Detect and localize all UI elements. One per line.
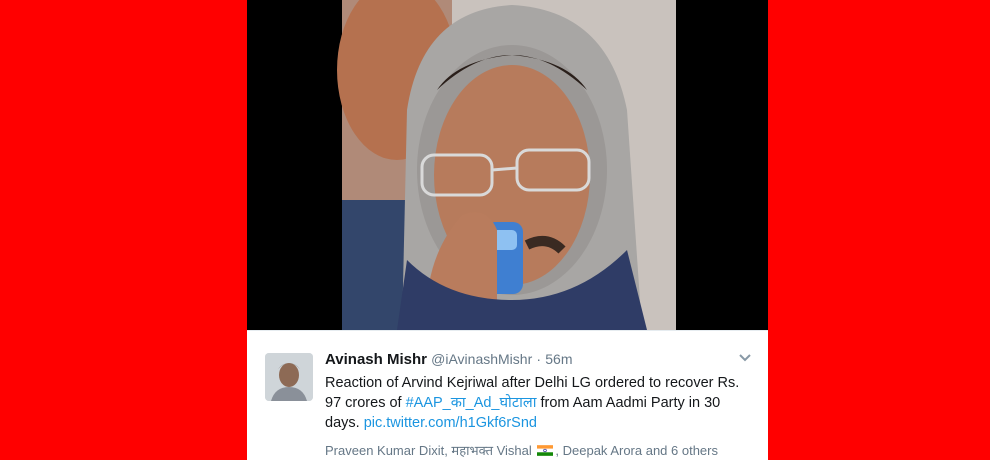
avatar[interactable] [265,353,313,401]
chevron-down-icon[interactable] [738,353,752,363]
tweet-text: Reaction of Arvind Kejriwal after Delhi … [325,373,755,433]
india-flag-icon [537,445,554,456]
photo-illustration [337,0,676,330]
tweet-photo[interactable] [247,0,768,330]
separator: · [536,351,542,367]
tweet-card: Avinash Mishr @iAvinashMishr · 56m React… [247,0,768,460]
avatar-image [265,353,313,401]
liked-by[interactable]: Praveen Kumar Dixit, महाभक्त Vishal , De… [325,441,718,459]
likers-part1: Praveen Kumar Dixit, महाभक्त Vishal [325,443,536,458]
display-name[interactable]: Avinash Mishr [325,351,427,368]
tweet-header: Avinash Mishr @iAvinashMishr · 56m [325,351,573,368]
tweet-body: Avinash Mishr @iAvinashMishr · 56m React… [247,330,768,460]
hashtag-link[interactable]: #AAP_का_Ad_घोटाला [406,395,537,411]
user-handle[interactable]: @iAvinashMishr [431,351,532,367]
timestamp[interactable]: 56m [545,351,572,367]
likers-part2: , Deepak Arora and 6 others [555,443,718,458]
pic-link[interactable]: pic.twitter.com/h1Gkf6rSnd [364,415,537,431]
